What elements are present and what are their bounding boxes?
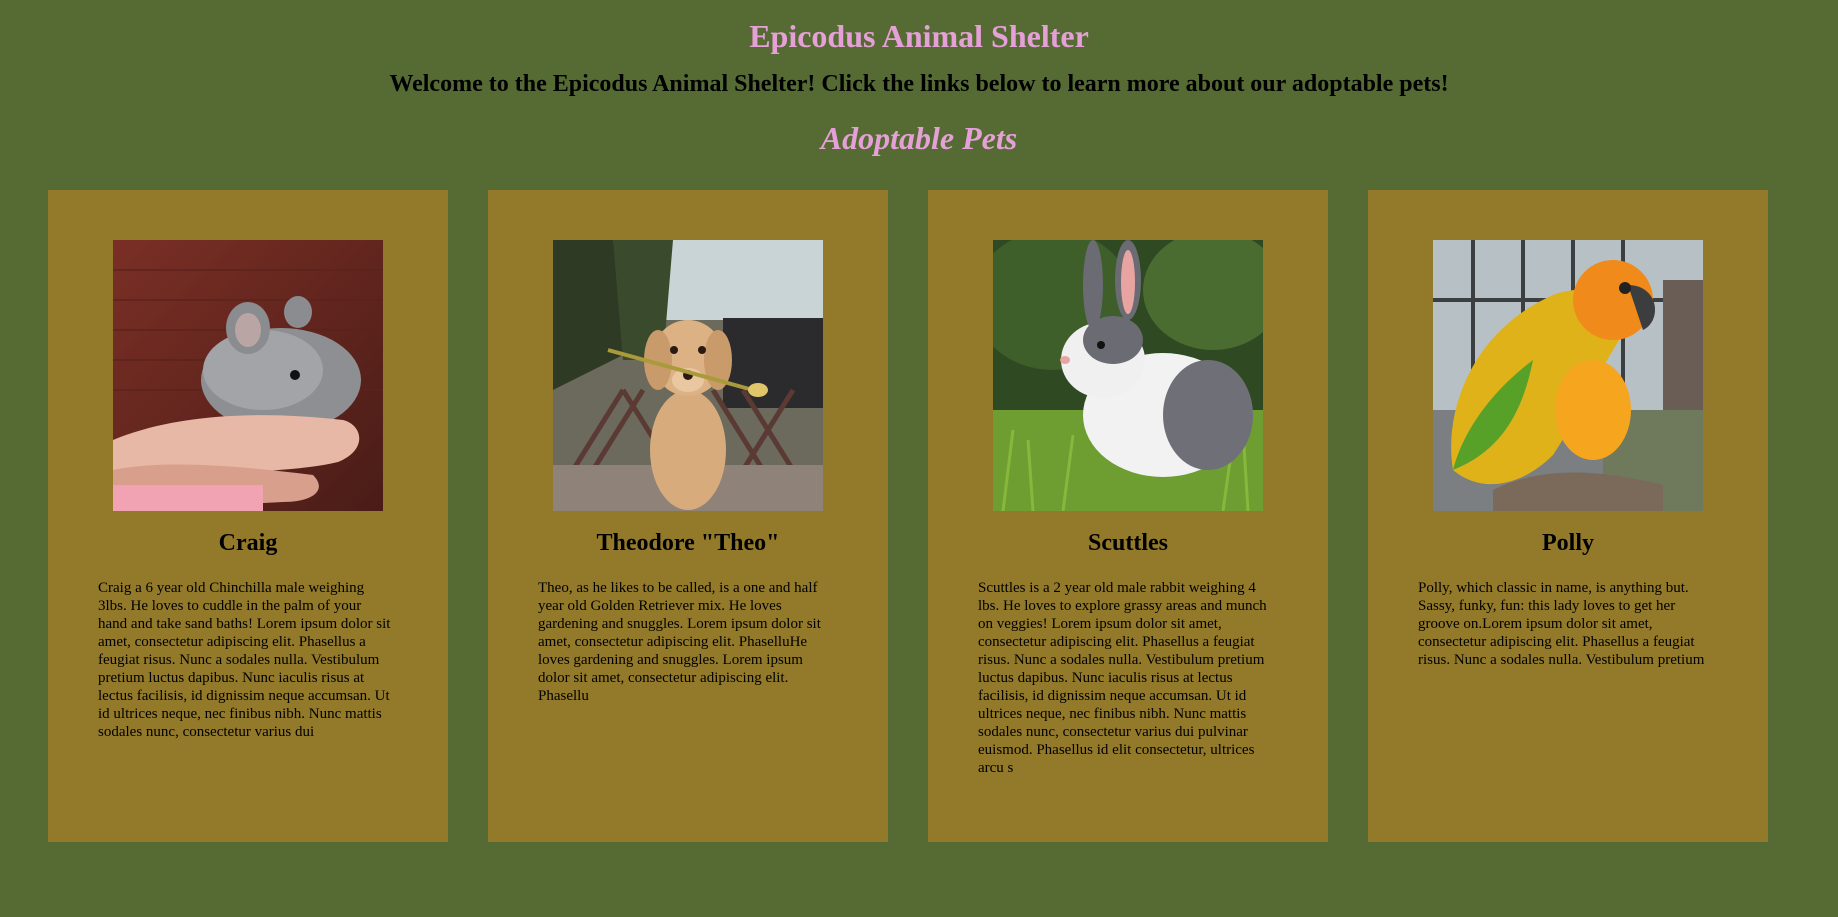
rabbit-photo[interactable] bbox=[993, 240, 1263, 511]
chinchilla-photo[interactable] bbox=[113, 240, 383, 511]
pet-card-theo[interactable]: Theodore "Theo" Theo, as he likes to be … bbox=[488, 190, 888, 842]
pet-description: Theo, as he likes to be called, is a one… bbox=[538, 580, 821, 704]
pet-card-craig[interactable]: Craig Craig a 6 year old Chinchilla male… bbox=[48, 190, 448, 842]
welcome-text: Welcome to the Epicodus Animal Shelter! … bbox=[389, 71, 1449, 97]
parrot-photo[interactable] bbox=[1433, 240, 1703, 511]
page-header: Epicodus Animal Shelter Welcome to the E… bbox=[0, 0, 1838, 156]
section-title: Adoptable Pets bbox=[820, 120, 1018, 156]
pet-card-polly[interactable]: Polly Polly, which classic in name, is a… bbox=[1368, 190, 1768, 842]
pet-card-scuttles[interactable]: Scuttles Scuttles is a 2 year old male r… bbox=[928, 190, 1328, 842]
golden-retriever-photo[interactable] bbox=[553, 240, 823, 511]
pet-description: Craig a 6 year old Chinchilla male weigh… bbox=[98, 580, 391, 740]
pet-description: Polly, which classic in name, is anythin… bbox=[1418, 580, 1705, 668]
site-title: Epicodus Animal Shelter bbox=[749, 18, 1089, 54]
pet-name: Scuttles bbox=[1088, 530, 1168, 556]
pet-description: Scuttles is a 2 year old male rabbit wei… bbox=[978, 580, 1267, 776]
pet-name: Craig bbox=[218, 530, 278, 556]
pet-card-list: Craig Craig a 6 year old Chinchilla male… bbox=[48, 190, 1768, 842]
pet-name: Theodore "Theo" bbox=[596, 530, 780, 556]
pet-name: Polly bbox=[1542, 530, 1594, 556]
